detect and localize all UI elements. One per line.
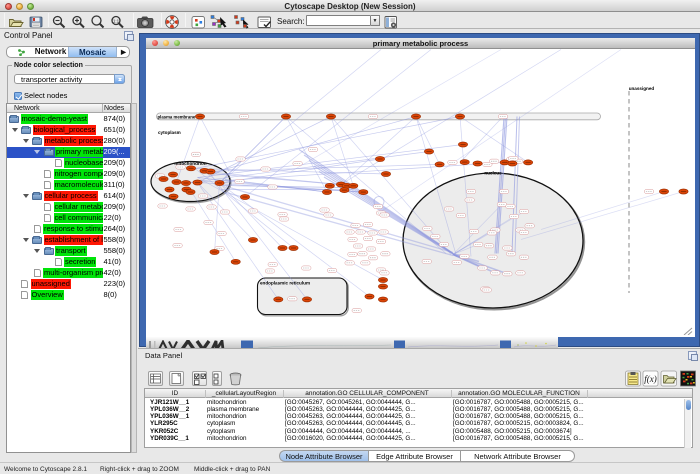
svg-text:1:1: 1:1 <box>113 19 120 24</box>
svg-text:unassigned: unassigned <box>629 86 655 91</box>
svg-text:mitochondrion: mitochondrion <box>174 161 206 166</box>
svg-text:endoplasmic reticulum: endoplasmic reticulum <box>260 280 310 285</box>
svg-text:nucleus: nucleus <box>484 170 502 175</box>
svg-text:cytoplasm: cytoplasm <box>158 130 181 135</box>
svg-text:f(x): f(x) <box>644 374 657 384</box>
svg-text:plasma membrane: plasma membrane <box>158 114 196 119</box>
